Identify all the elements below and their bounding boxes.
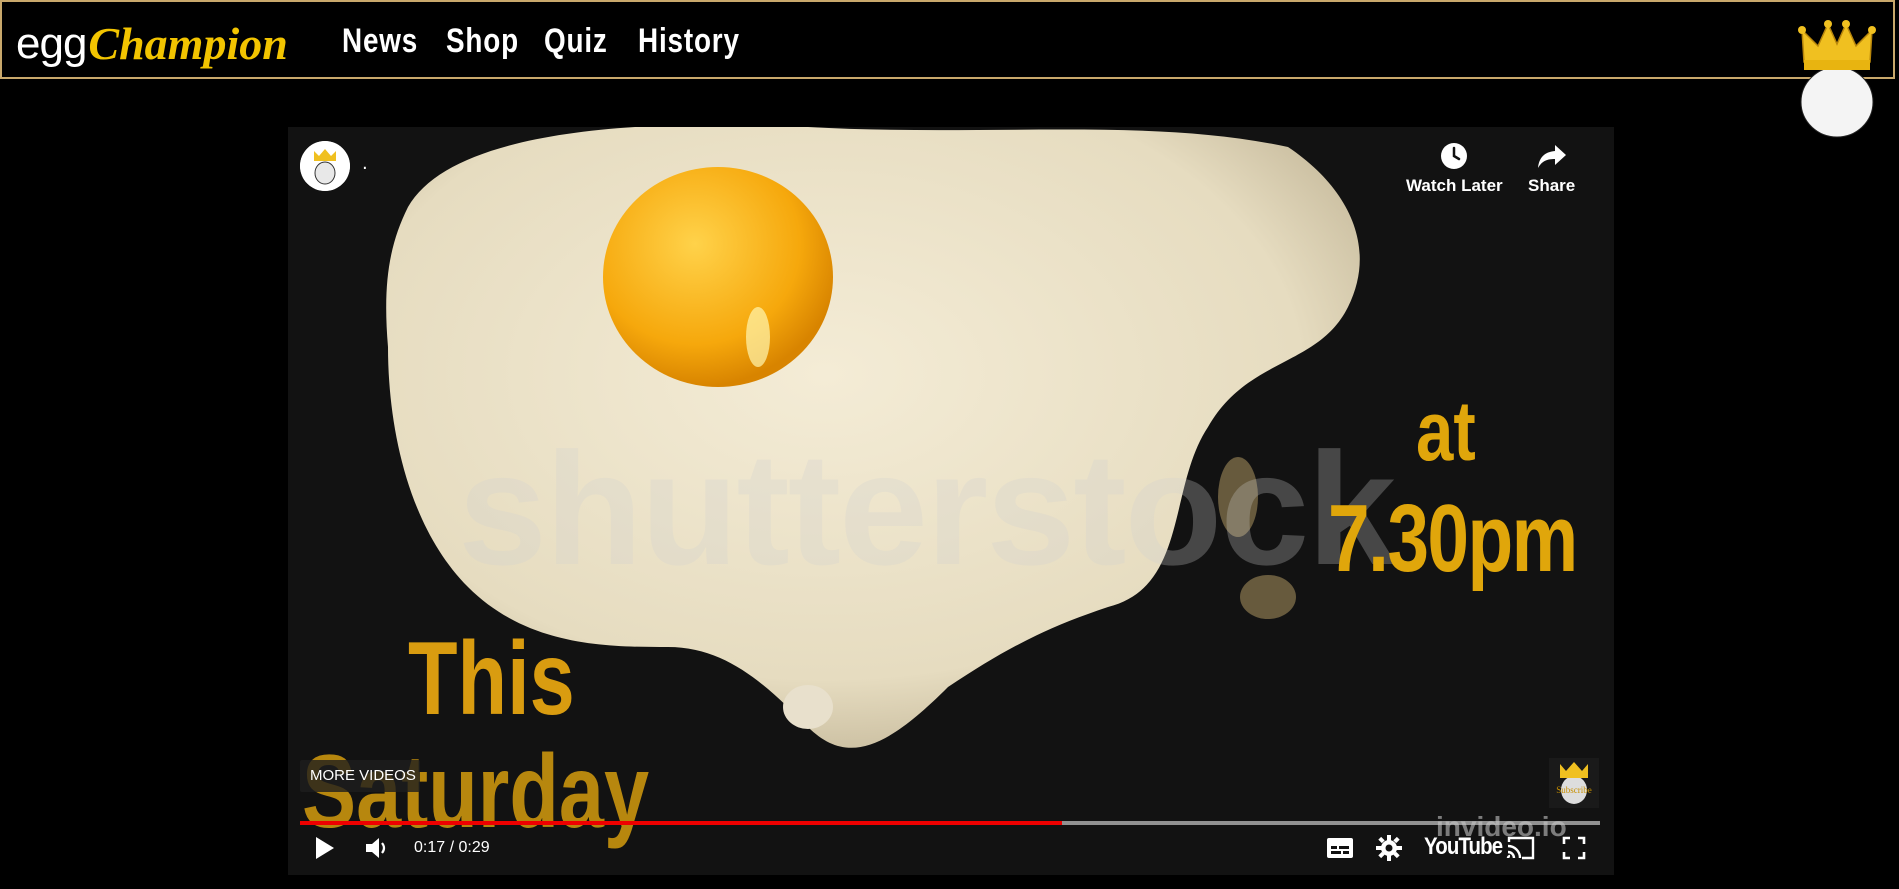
volume-icon bbox=[366, 838, 386, 858]
play-button[interactable] bbox=[312, 830, 336, 866]
settings-button[interactable] bbox=[1376, 830, 1402, 866]
nav-shop-link[interactable]: Shop bbox=[446, 16, 518, 66]
more-videos-button[interactable]: MORE VIDEOS bbox=[300, 760, 420, 792]
volume-button[interactable] bbox=[364, 830, 390, 866]
share-button[interactable]: Share bbox=[1528, 142, 1575, 196]
overlay-text-at: at bbox=[1416, 384, 1476, 478]
clock-icon bbox=[1441, 143, 1468, 169]
channel-title[interactable]: . bbox=[362, 153, 368, 174]
subscribe-label: Subscribe bbox=[1556, 785, 1592, 795]
channel-avatar[interactable] bbox=[300, 141, 350, 191]
video-player[interactable]: shutterstock at 7.30pm This Saturday . W… bbox=[288, 127, 1614, 875]
subtitles-button[interactable] bbox=[1326, 830, 1354, 866]
overlay-text-saturday: Saturday bbox=[302, 734, 650, 850]
subtitles-icon bbox=[1327, 838, 1353, 858]
overlay-text-time: 7.30pm bbox=[1328, 485, 1578, 592]
brand-text-champion: Champion bbox=[88, 18, 288, 69]
crown-egg-logo-icon[interactable] bbox=[1796, 20, 1878, 140]
nav-history-link[interactable]: History bbox=[638, 16, 739, 66]
time-display: 0:17 / 0:29 bbox=[414, 839, 490, 856]
watch-later-label: Watch Later bbox=[1406, 176, 1503, 195]
cast-button[interactable] bbox=[1506, 830, 1536, 866]
play-icon bbox=[316, 837, 334, 859]
site-logo[interactable]: egg Champion bbox=[16, 14, 288, 69]
share-arrow-icon bbox=[1537, 145, 1566, 168]
main-nav: News Shop Quiz History bbox=[342, 16, 739, 66]
fullscreen-button[interactable] bbox=[1562, 830, 1586, 866]
gear-icon bbox=[1376, 835, 1402, 861]
site-header: egg Champion News Shop Quiz History bbox=[0, 0, 1895, 79]
share-label: Share bbox=[1528, 176, 1576, 195]
progress-bar-played bbox=[300, 821, 1062, 825]
youtube-logo-button[interactable]: YouTube bbox=[1424, 833, 1503, 861]
watch-later-button[interactable]: Watch Later bbox=[1406, 142, 1503, 196]
nav-quiz-link[interactable]: Quiz bbox=[544, 16, 607, 66]
channel-avatar-icon bbox=[300, 141, 350, 191]
fullscreen-icon bbox=[1562, 836, 1586, 860]
crown-egg-subscribe-icon: Subscribe bbox=[1556, 762, 1592, 804]
overlay-text-this: This bbox=[408, 621, 575, 737]
cast-icon bbox=[1506, 836, 1535, 860]
shutterstock-watermark: shutterstock bbox=[458, 419, 1396, 598]
subscribe-watermark-button[interactable]: Subscribe bbox=[1549, 758, 1599, 808]
nav-news-link[interactable]: News bbox=[342, 16, 417, 66]
brand-text-egg: egg bbox=[16, 19, 87, 68]
progress-bar[interactable] bbox=[300, 821, 1600, 825]
